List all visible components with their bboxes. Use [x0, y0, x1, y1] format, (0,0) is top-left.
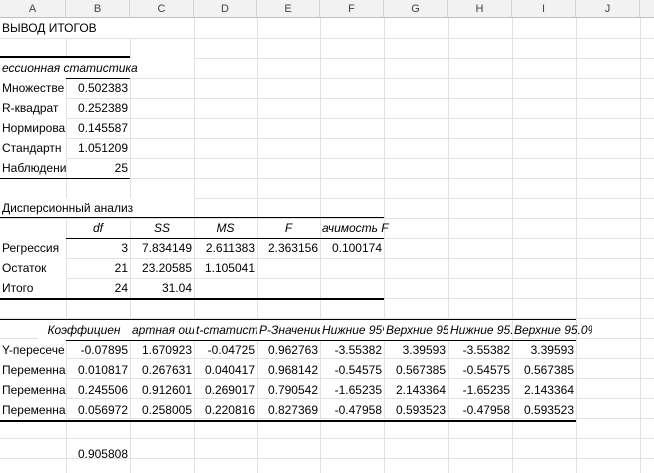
- anova-df: 24: [114, 281, 128, 295]
- column-header-row: A B C D E F G H I J: [0, 0, 654, 18]
- column-header-d[interactable]: D: [194, 0, 257, 18]
- column-header-g[interactable]: G: [384, 0, 448, 18]
- coef-value: 0.245506: [77, 383, 128, 397]
- coef-header-upper95: Верхние 95%: [384, 320, 448, 340]
- coef-value: 0.593523: [523, 403, 574, 417]
- coef-value: -0.07895: [80, 343, 128, 357]
- anova-header-f: F: [284, 221, 293, 235]
- regstats-label: Наблюдени: [0, 158, 66, 178]
- coef-value: -0.47958: [462, 403, 510, 417]
- coef-value: 0.567385: [523, 363, 574, 377]
- anova-header-sig: ачимость F: [322, 221, 389, 235]
- anova-header-df: df: [92, 221, 103, 235]
- anova-header-ms: MS: [216, 221, 235, 235]
- anova-f: 2.363156: [267, 241, 318, 255]
- coef-value: 0.790542: [267, 383, 318, 397]
- anova-df: 3: [121, 241, 128, 255]
- coef-value: -0.04725: [207, 343, 255, 357]
- coef-value: 0.968142: [267, 363, 318, 377]
- regstats-label: Множестве: [0, 78, 66, 98]
- output-title: ВЫВОД ИТОГОВ: [0, 18, 150, 38]
- coef-value: 0.567385: [395, 363, 446, 377]
- column-header-h[interactable]: H: [448, 0, 512, 18]
- coef-value: -3.55382: [462, 343, 510, 357]
- column-header-e[interactable]: E: [257, 0, 320, 18]
- anova-ms: 2.611383: [205, 241, 255, 255]
- coef-value: 3.39593: [402, 343, 446, 357]
- anova-ss: 23.20585: [141, 261, 192, 275]
- column-header-i[interactable]: I: [512, 0, 576, 18]
- coef-header-upper95-0: Верхние 95.0%: [514, 323, 592, 337]
- coef-value: 0.593523: [395, 403, 446, 417]
- regstats-value: 0.252389: [77, 101, 128, 115]
- regstats-value: 1.051209: [77, 141, 128, 155]
- column-header-filler: [640, 0, 654, 18]
- regstats-label: Стандартн: [0, 138, 66, 158]
- coef-row-label: Переменна: [0, 400, 66, 420]
- anova-ss: 7.834149: [141, 241, 192, 255]
- column-header-j[interactable]: J: [576, 0, 640, 18]
- coef-header-lower95-0: Нижние 95.0%: [448, 320, 512, 340]
- coef-value: 0.220816: [204, 403, 255, 417]
- coef-value: -0.47958: [334, 403, 382, 417]
- column-header-b[interactable]: B: [66, 0, 130, 18]
- coef-row-label: Переменна: [0, 380, 66, 400]
- coef-value: 0.827369: [267, 403, 318, 417]
- regstats-header: ессионная статистика: [0, 58, 194, 78]
- coef-header-std-error: артная ошибка: [130, 320, 194, 340]
- regstats-value: 0.502383: [77, 81, 128, 95]
- coef-row-label: Переменна: [0, 360, 66, 380]
- anova-ms: 1.105041: [204, 261, 255, 275]
- coef-value: -3.55382: [334, 343, 382, 357]
- coef-value: 0.267631: [141, 363, 192, 377]
- regstats-label: R-квадрат: [0, 98, 66, 118]
- coef-value: 0.912601: [141, 383, 192, 397]
- regstats-label: Нормирова: [0, 118, 66, 138]
- coef-value: 2.143364: [395, 383, 446, 397]
- anova-row-label: Остаток: [0, 258, 66, 278]
- spreadsheet: A B C D E F G H I J ВЫВОД ИТОГОВ ессионн…: [0, 0, 654, 473]
- coef-value: 2.143364: [523, 383, 574, 397]
- coef-value: 0.010817: [77, 363, 128, 377]
- coef-value: 0.056972: [77, 403, 128, 417]
- coef-value: 0.258005: [141, 403, 192, 417]
- regstats-value: 0.145587: [77, 121, 128, 135]
- coef-value: -0.54575: [462, 363, 510, 377]
- coef-value: 3.39593: [530, 343, 574, 357]
- column-header-a[interactable]: A: [0, 0, 66, 18]
- coef-header-lower95: Нижние 95%: [320, 320, 384, 340]
- coef-value: 0.269017: [204, 383, 255, 397]
- coef-value: 0.040417: [204, 363, 255, 377]
- anova-ss: 31.04: [161, 281, 192, 295]
- coef-value: -1.65235: [462, 383, 510, 397]
- column-header-c[interactable]: C: [130, 0, 194, 18]
- cell-grid[interactable]: ВЫВОД ИТОГОВ ессионная статистика Множес…: [0, 18, 654, 473]
- coef-row-label: Y-пересече: [0, 340, 66, 360]
- coef-value: -1.65235: [334, 383, 382, 397]
- coef-value: 0.962763: [267, 343, 318, 357]
- anova-df: 21: [114, 261, 128, 275]
- anova-title: Дисперсионный анализ: [0, 198, 194, 218]
- anova-header-ss: SS: [153, 221, 170, 235]
- coef-value: 1.670923: [141, 343, 192, 357]
- regstats-value: 25: [114, 161, 128, 175]
- anova-row-label: Регрессия: [0, 238, 66, 258]
- coef-header-coefficient: Коэффициен: [38, 320, 130, 340]
- coef-value: -0.54575: [334, 363, 382, 377]
- anova-sig: 0.100174: [331, 241, 382, 255]
- anova-row-label: Итого: [0, 278, 66, 298]
- coef-header-t-stat: t-статистика: [194, 320, 257, 340]
- column-header-f[interactable]: F: [320, 0, 384, 18]
- extra-value-cell: 0.905808: [77, 447, 128, 461]
- coef-header-p-value: P-Значение: [257, 320, 320, 340]
